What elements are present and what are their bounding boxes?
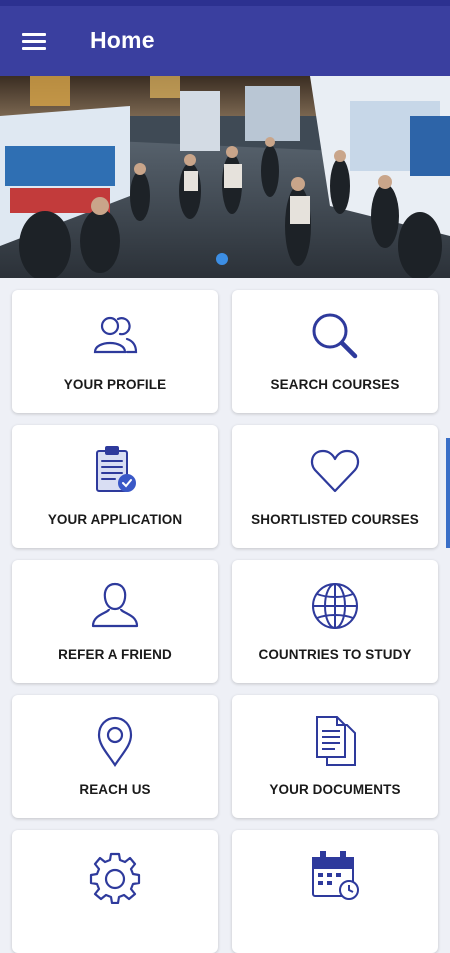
- tile-calendar[interactable]: [232, 830, 438, 953]
- tile-your-profile[interactable]: YOUR PROFILE: [12, 290, 218, 413]
- search-icon: [312, 313, 358, 359]
- users-icon: [93, 316, 138, 354]
- education-fair-photo: [0, 76, 450, 278]
- tile-reach-us[interactable]: REACH US: [12, 695, 218, 818]
- heart-icon: [310, 449, 360, 493]
- tile-search-courses[interactable]: SEARCH COURSES: [232, 290, 438, 413]
- tile-label: SHORTLISTED COURSES: [251, 512, 419, 527]
- tile-settings[interactable]: [12, 830, 218, 953]
- tile-shortlisted-courses[interactable]: SHORTLISTED COURSES: [232, 425, 438, 548]
- page-title: Home: [90, 27, 155, 53]
- tile-label: REACH US: [79, 782, 151, 797]
- tile-countries-to-study[interactable]: COUNTRIES TO STUDY: [232, 560, 438, 683]
- tile-label: REFER A FRIEND: [58, 647, 172, 662]
- tile-refer-a-friend[interactable]: REFER A FRIEND: [12, 560, 218, 683]
- tile-label: YOUR DOCUMENTS: [269, 782, 401, 797]
- menu-button[interactable]: [16, 24, 52, 58]
- tile-your-application[interactable]: YOUR APPLICATION: [12, 425, 218, 548]
- tile-your-documents[interactable]: YOUR DOCUMENTS: [232, 695, 438, 818]
- app-bar: Home: [0, 0, 450, 76]
- tile-label: SEARCH COURSES: [270, 377, 400, 392]
- documents-icon: [316, 716, 356, 766]
- tile-label: YOUR PROFILE: [63, 377, 167, 392]
- hamburger-menu-icon: [22, 33, 46, 50]
- scroll-edge-indicator: [446, 438, 450, 548]
- carousel-indicator-dot[interactable]: [216, 253, 228, 265]
- globe-icon: [312, 583, 358, 629]
- map-pin-icon: [97, 716, 133, 767]
- gear-icon: [89, 852, 141, 904]
- status-bar: [0, 0, 450, 6]
- banner-carousel[interactable]: [0, 76, 450, 278]
- user-icon: [91, 582, 139, 628]
- calendar-icon: [312, 851, 359, 900]
- tile-label: COUNTRIES TO STUDY: [258, 647, 412, 662]
- tile-label: YOUR APPLICATION: [47, 512, 183, 527]
- clipboard-check-icon: [96, 446, 136, 492]
